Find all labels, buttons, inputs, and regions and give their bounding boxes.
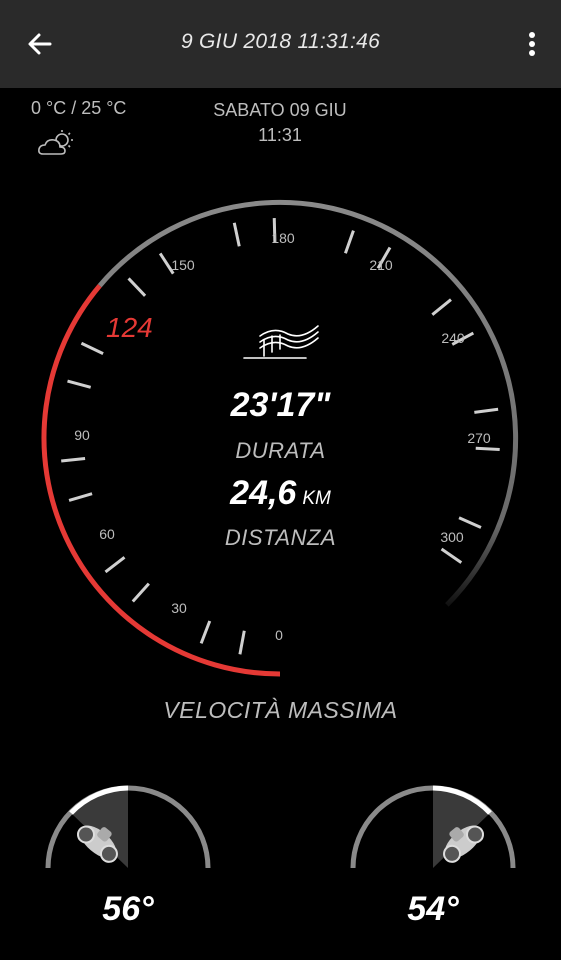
- ride-distance: 24,6 KM: [0, 474, 561, 513]
- date-time-value: 11:31: [258, 125, 302, 145]
- gauge-tick: [238, 630, 246, 655]
- date-day: SABATO 09 GIU: [213, 100, 347, 120]
- left-lean-gauge: [45, 785, 211, 869]
- distance-value: 24,6: [230, 474, 297, 512]
- gauge-tick: [440, 547, 463, 564]
- gauge-ticks: [61, 218, 500, 655]
- tick-label-180: 180: [271, 230, 295, 246]
- gauge-tick: [131, 582, 150, 603]
- gauge-tick: [127, 277, 147, 297]
- road-ride-icon: [243, 325, 319, 359]
- max-speed-value: 124: [106, 312, 153, 343]
- weather-temperature: 0 °C / 25 °C: [31, 98, 127, 118]
- page-title: 9 GIU 2018 11:31:46: [180, 30, 381, 53]
- gauge-tick: [199, 620, 212, 644]
- back-button[interactable]: [18, 22, 62, 66]
- gauge-tick: [431, 298, 452, 316]
- tick-label-0: 0: [275, 627, 283, 643]
- tick-label-150: 150: [171, 257, 195, 273]
- distance-unit: KM: [302, 488, 331, 509]
- duration-label: DURATA: [235, 438, 326, 463]
- overflow-menu-button[interactable]: [517, 22, 547, 66]
- gauge-tick: [232, 222, 241, 247]
- left-lean-value: 56°: [102, 890, 154, 928]
- gauge-tick-labels: 0 30 60 90 150 180 210 240 270 300: [74, 230, 491, 643]
- right-lean-value: 54°: [407, 890, 459, 928]
- gauge-tick: [80, 341, 104, 355]
- distance-label: DISTANZA: [224, 525, 337, 550]
- right-lean-gauge: [350, 785, 516, 869]
- partly-cloudy-icon: [38, 130, 73, 155]
- max-speed-label: VELOCITÀ MASSIMA: [163, 697, 398, 723]
- app-bar: 9 GIU 2018 11:31:46: [0, 0, 561, 88]
- tick-label-30: 30: [171, 600, 187, 616]
- gauge-tick: [104, 556, 126, 574]
- date-time: SABATO 09 GIU 11:31: [180, 98, 380, 148]
- gauge-tick: [344, 230, 355, 254]
- ride-duration: 23'17": [230, 386, 331, 424]
- arrow-left-icon: [28, 33, 52, 55]
- tick-label-210: 210: [369, 257, 393, 273]
- more-vert-icon: [529, 32, 535, 56]
- tick-label-240: 240: [441, 330, 465, 346]
